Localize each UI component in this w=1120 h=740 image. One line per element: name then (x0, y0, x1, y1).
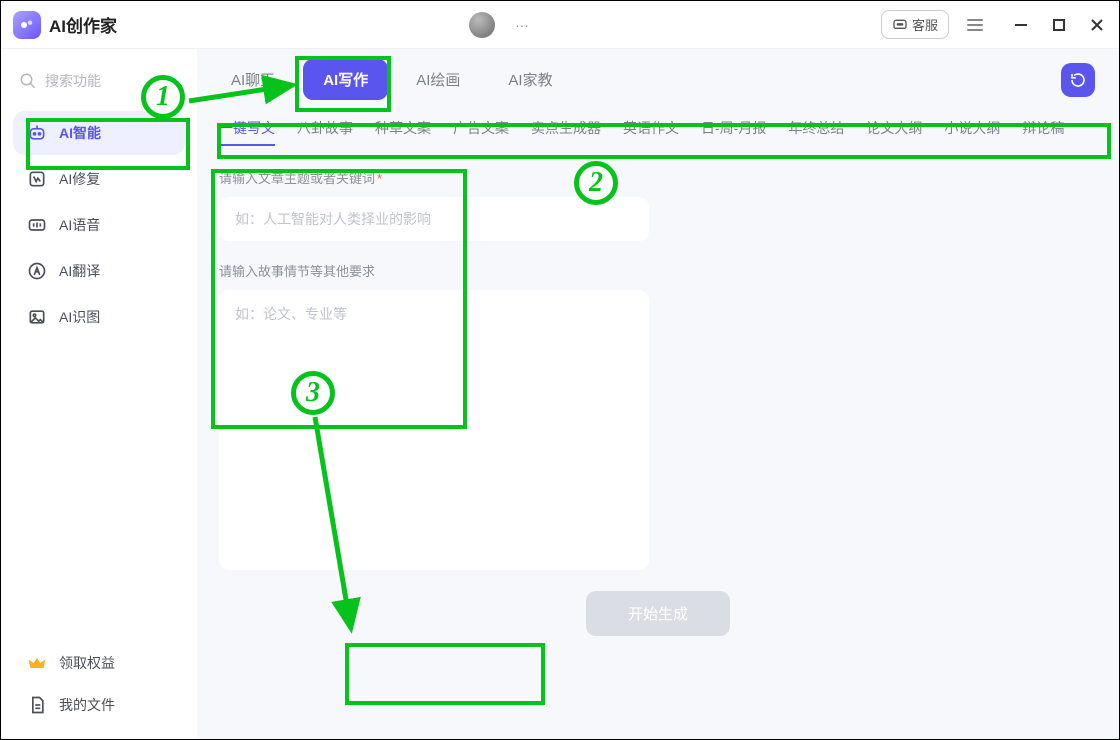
topic-label: 请输入文章主题或者关键词* (219, 168, 1097, 187)
window-close-button[interactable] (1087, 15, 1107, 35)
tab-ai-paint[interactable]: AI绘画 (396, 59, 480, 100)
window-maximize-button[interactable] (1049, 15, 1069, 35)
subtab-gossip[interactable]: 八卦故事 (297, 118, 353, 146)
sidebar-item-label: AI识图 (59, 307, 100, 327)
sidebar-item-label: 我的文件 (59, 695, 115, 715)
voice-icon (27, 215, 47, 235)
subtab-ad[interactable]: 广告文案 (453, 118, 509, 146)
subtab-debate[interactable]: 辩论稿 (1022, 118, 1064, 146)
subtab-english[interactable]: 英语作文 (623, 118, 679, 146)
subtab-selling[interactable]: 卖点生成器 (531, 118, 601, 146)
titlebar: AI创作家 ··· 客服 (1, 1, 1119, 49)
subtab-novel[interactable]: 小说大纲 (944, 118, 1000, 146)
sidebar-item-ai-translate[interactable]: AI翻译 (13, 249, 185, 293)
reset-button[interactable] (1061, 63, 1095, 97)
customer-service-button[interactable]: 客服 (881, 10, 949, 39)
sidebar-item-rights[interactable]: 领取权益 (13, 643, 185, 683)
robot-icon (27, 123, 47, 143)
subtab-report[interactable]: 日-周-月报 (701, 118, 766, 146)
search-input[interactable]: 搜索功能 (13, 67, 185, 95)
tab-ai-tutor[interactable]: AI家教 (488, 59, 572, 100)
app-logo (13, 11, 41, 39)
repair-icon (27, 169, 47, 189)
file-icon (27, 695, 47, 715)
detail-label: 请输入故事情节等其他要求 (219, 261, 1097, 280)
crown-icon (27, 653, 47, 673)
subtab-thesis[interactable]: 论文大纲 (866, 118, 922, 146)
tab-ai-chat[interactable]: AI聊天 (211, 59, 295, 100)
window-minimize-button[interactable] (1011, 15, 1031, 35)
sidebar-item-ai-image[interactable]: AI识图 (13, 295, 185, 339)
app-title: AI创作家 (49, 12, 117, 37)
customer-service-label: 客服 (912, 15, 938, 34)
search-placeholder: 搜索功能 (45, 71, 101, 91)
menu-icon[interactable] (963, 15, 987, 35)
sub-tabs: 一键写文 八卦故事 种草文案 广告文案 卖点生成器 英语作文 日-周-月报 年终… (197, 100, 1119, 154)
generate-button[interactable]: 开始生成 (586, 591, 730, 636)
sidebar-item-label: AI语音 (59, 215, 100, 235)
form-area: 请输入文章主题或者关键词* 请输入故事情节等其他要求 (197, 154, 1119, 575)
top-tabs: AI聊天 AI写作 AI绘画 AI家教 (197, 59, 1119, 100)
more-icon[interactable]: ··· (515, 17, 529, 33)
translate-icon (27, 261, 47, 281)
sidebar-item-ai-smart[interactable]: AI智能 (13, 111, 185, 155)
detail-textarea[interactable] (219, 290, 649, 570)
subtab-seeding[interactable]: 种草文案 (375, 118, 431, 146)
image-icon (27, 307, 47, 327)
tab-ai-write[interactable]: AI写作 (303, 59, 388, 100)
sidebar-item-label: AI智能 (59, 123, 101, 143)
sidebar-item-label: AI翻译 (59, 261, 100, 281)
subtab-onekey[interactable]: 一键写文 (219, 118, 275, 146)
sidebar: 搜索功能 AI智能 AI修复 AI语音 AI翻译 (1, 49, 197, 739)
sidebar-item-label: 领取权益 (59, 653, 115, 673)
sidebar-item-ai-voice[interactable]: AI语音 (13, 203, 185, 247)
subtab-yearend[interactable]: 年终总结 (788, 118, 844, 146)
sidebar-item-ai-repair[interactable]: AI修复 (13, 157, 185, 201)
main-panel: AI聊天 AI写作 AI绘画 AI家教 一键写文 八卦故事 种草文案 广告文案 … (197, 49, 1119, 739)
sidebar-item-myfiles[interactable]: 我的文件 (13, 685, 185, 725)
topic-input[interactable] (219, 197, 649, 241)
sidebar-item-label: AI修复 (59, 169, 100, 189)
avatar[interactable] (469, 12, 495, 38)
